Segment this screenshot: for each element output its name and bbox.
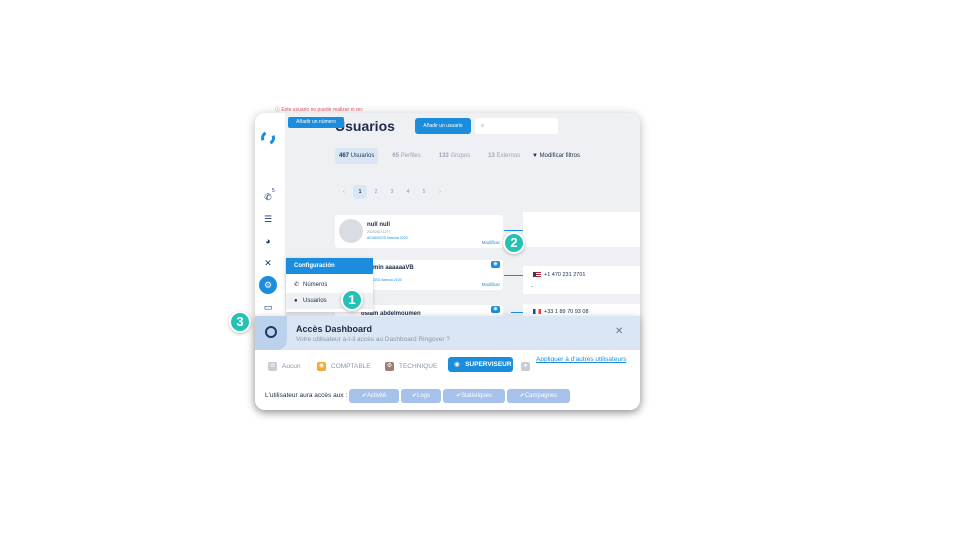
filter-icon: ▼ [532, 153, 538, 159]
step-marker-2: 2 [503, 232, 525, 254]
numbers-panel [523, 212, 640, 247]
tab-profiles[interactable]: 65 Perfiles [388, 148, 424, 164]
tab-externals[interactable]: 13 Externos [484, 148, 524, 164]
role-none[interactable]: ⊘ Aucun [268, 360, 300, 374]
tools-icon[interactable]: ✕ [261, 257, 275, 269]
pager-prev[interactable]: ‹ [337, 185, 351, 199]
us-flag-icon [533, 272, 541, 278]
user-name: null null [367, 222, 390, 228]
add-user-button[interactable]: Añadir un usuario [415, 118, 471, 134]
pager-page[interactable]: 3 [385, 185, 399, 199]
step-marker-3: 3 [229, 311, 251, 333]
eye-icon: ◉ [454, 361, 460, 368]
config-title: Configuración [286, 258, 373, 274]
tutorial-stage: ✆ 5 ☰ ◕ ✕ ⚙ ▭ Usuarios Añadir un usuario… [0, 0, 960, 540]
phone-number: +33 1 89 70 93 08 [533, 309, 589, 315]
accountant-icon: ◉ [317, 361, 326, 371]
call-count-badge: 5 [272, 188, 275, 194]
modify-filters-button[interactable]: ▼ Modificar filtros [532, 148, 580, 164]
search-icon: ⌕ [481, 123, 485, 129]
fr-flag-icon [533, 309, 541, 315]
pager-page[interactable]: 2 [369, 185, 383, 199]
role-accountant[interactable]: ◉ COMPTABLE [317, 360, 371, 374]
role-icon: ● [521, 361, 530, 371]
keyboard-icon[interactable]: ▭ [261, 301, 275, 313]
eye-icon[interactable]: ◉ [491, 261, 500, 268]
access-chip-statistics[interactable]: ✔Statistiques [443, 389, 505, 403]
stats-icon[interactable]: ◕ [261, 235, 275, 247]
medal-icon [265, 326, 277, 338]
pager-next[interactable]: › [433, 185, 447, 199]
close-icon[interactable]: ✕ [615, 326, 623, 337]
access-chip-campaigns[interactable]: ✔Campagnes [507, 389, 570, 403]
list-icon[interactable]: ☰ [261, 213, 275, 225]
step-marker-1: 1 [341, 289, 363, 311]
user-id: 202026271277 [367, 230, 391, 234]
technical-icon: ⚙ [385, 361, 394, 371]
add-number-button[interactable]: Añadir un número [288, 117, 344, 128]
phone-number: +1 470 231 2701 [533, 272, 585, 278]
modify-link[interactable]: Modificar [482, 240, 500, 245]
numbers-panel [523, 266, 640, 294]
gear-icon[interactable]: ⚙ [259, 276, 277, 294]
link-line [504, 230, 523, 231]
eye-icon[interactable]: ◉ [491, 306, 500, 313]
dashboard-access-panel: Accès Dashboard Votre utilisateur a-t-il… [255, 316, 640, 410]
none-icon: ⊘ [268, 361, 277, 371]
menu-item-numbers[interactable]: ✆ Números [286, 277, 373, 293]
pager-page[interactable]: 4 [401, 185, 415, 199]
tab-users[interactable]: 467 Usuarios [335, 148, 379, 164]
tab-groups[interactable]: 133 Grupos [435, 148, 474, 164]
empty-value: - [531, 284, 533, 290]
badge-area [255, 316, 287, 350]
dashboard-subtitle: Votre utilisateur a-t-il accès au Dashbo… [296, 336, 450, 343]
error-message: ⓘ Este usuario no puede realizar ni rec [275, 107, 363, 113]
role-supervisor[interactable]: ◉ SUPERVISEUR [448, 357, 513, 372]
avatar [339, 219, 363, 243]
user-license: ADVANCED licencia 2023 [367, 236, 408, 240]
user-icon: ● [294, 298, 298, 304]
pager-page[interactable]: 1 [353, 185, 367, 199]
user-card[interactable]: null null 202026271277 ADVANCED licencia… [335, 215, 503, 248]
warning-icon: ⓘ [275, 107, 281, 113]
search-input[interactable]: ⌕ [475, 118, 558, 134]
tab-bar: 467 Usuarios 65 Perfiles 133 Grupos 13 E… [335, 148, 524, 164]
ringover-logo [259, 129, 277, 147]
dashboard-title: Accès Dashboard [296, 324, 373, 334]
link-line [511, 312, 523, 313]
modify-link[interactable]: Modificar [482, 282, 500, 287]
role-technical[interactable]: ⚙ TECHNIQUE [385, 360, 437, 374]
access-chip-activity[interactable]: ✔Activité [349, 389, 399, 403]
pagination: ‹ 1 2 3 4 5 › [337, 185, 447, 199]
role-extra[interactable]: ● [521, 360, 535, 374]
access-chip-logs[interactable]: ✔Logs [401, 389, 441, 403]
apply-to-others-link[interactable]: Appliquer à d'autres utilisateurs [536, 356, 627, 363]
access-label: L'utilisateur aura accès aux : [265, 392, 348, 399]
dashboard-header: Accès Dashboard Votre utilisateur a-t-il… [255, 316, 640, 350]
link-line [504, 275, 523, 276]
phone-icon: ✆ [294, 282, 300, 288]
pager-page[interactable]: 5 [417, 185, 431, 199]
